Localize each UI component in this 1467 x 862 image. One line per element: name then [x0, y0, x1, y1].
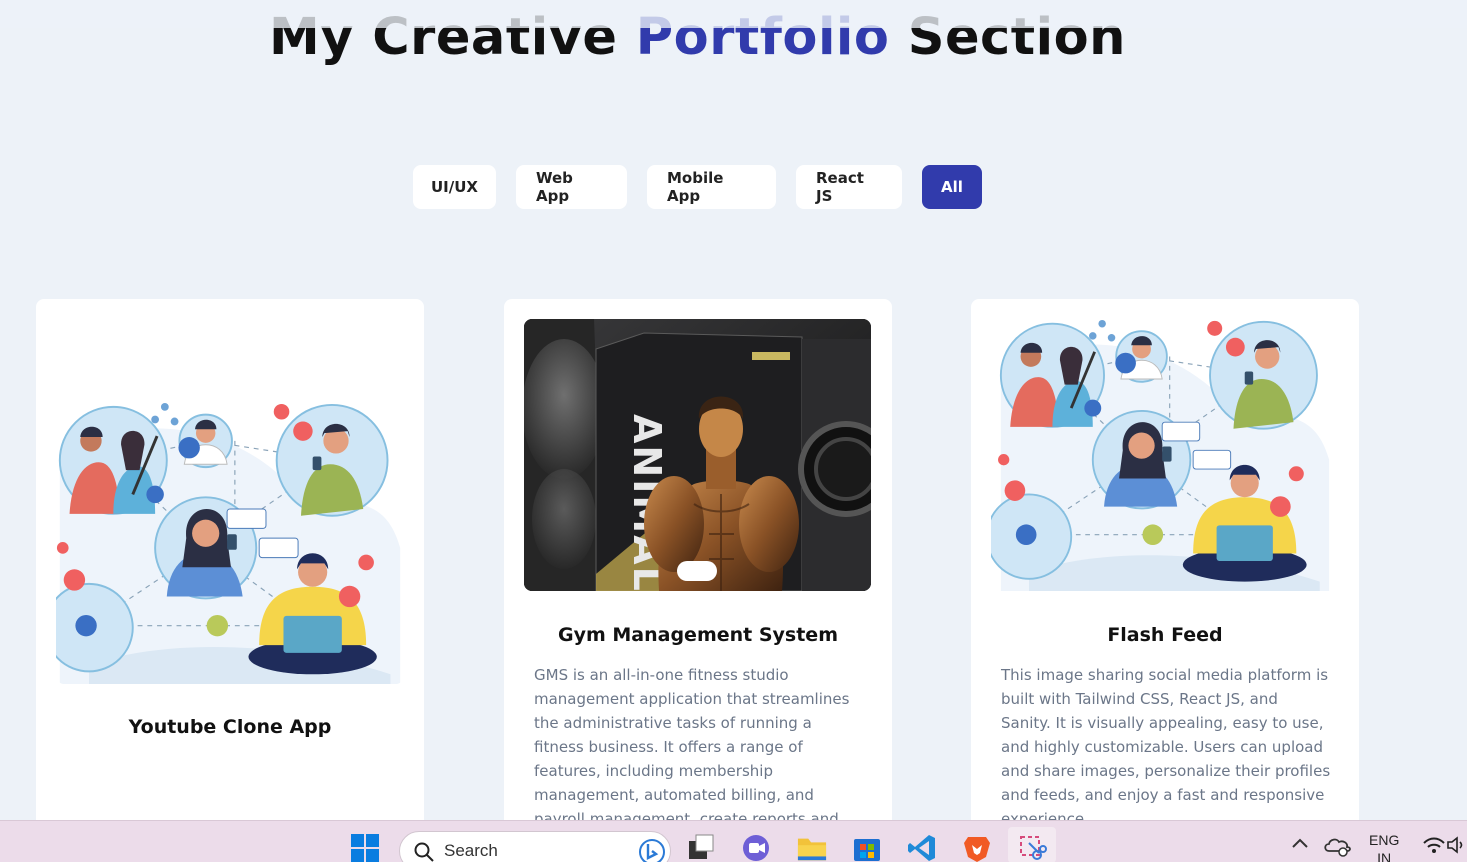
project-image-social-illustration[interactable]	[991, 319, 1339, 591]
bing-icon[interactable]	[638, 838, 666, 862]
vscode-icon[interactable]	[907, 833, 937, 862]
filter-bar: UI/UX Web App Mobile App React JS All	[413, 165, 982, 209]
project-title: Flash Feed	[1107, 624, 1223, 646]
windows-taskbar: Search ENG IN	[0, 820, 1467, 862]
task-view-icon[interactable]	[686, 833, 716, 862]
file-explorer-icon[interactable]	[797, 833, 827, 862]
teams-chat-icon[interactable]	[741, 833, 771, 862]
filter-uiux-button[interactable]: UI/UX	[413, 165, 496, 209]
project-description: This image sharing social media platform…	[1001, 666, 1331, 820]
project-image-gym-poster[interactable]: ANIMAL	[524, 319, 871, 591]
snipping-tool-icon[interactable]	[1008, 827, 1056, 862]
project-title: Youtube Clone App	[128, 716, 332, 738]
project-title: Gym Management System	[557, 624, 838, 646]
language-indicator[interactable]: ENG IN	[1369, 831, 1399, 862]
search-placeholder: Search	[444, 841, 498, 860]
project-card-flash-feed[interactable]: Flash Feed This image sharing social med…	[971, 299, 1359, 820]
taskbar-search-input[interactable]: Search	[399, 831, 671, 862]
microsoft-store-icon[interactable]	[852, 833, 882, 862]
portfolio-page: My Creative Portfolio Section UI/UX Web …	[0, 0, 1467, 820]
project-card-youtube-clone[interactable]: Youtube Clone App	[36, 299, 424, 820]
filter-web-app-button[interactable]: Web App	[516, 165, 627, 209]
project-image-social-illustration[interactable]	[56, 402, 404, 684]
region-code: IN	[1377, 850, 1392, 862]
project-description: GMS is an all-in-one fitness studio mana…	[534, 666, 850, 820]
filter-all-button[interactable]: All	[922, 165, 982, 209]
filter-react-js-button[interactable]: React JS	[796, 165, 902, 209]
brave-browser-icon[interactable]	[962, 833, 992, 862]
navbar-fade-overlay	[0, 0, 1467, 28]
project-card-gym-management[interactable]: ANIMAL Gym Management System GMS is an a…	[504, 299, 892, 820]
filter-mobile-app-button[interactable]: Mobile App	[647, 165, 776, 209]
volume-icon[interactable]	[1446, 835, 1466, 862]
language-code: ENG	[1369, 832, 1400, 848]
search-icon	[414, 842, 434, 862]
onedrive-icon[interactable]	[1322, 835, 1352, 862]
chevron-up-icon[interactable]	[1285, 835, 1315, 862]
windows-start-icon[interactable]	[350, 833, 380, 862]
wifi-icon[interactable]	[1419, 835, 1449, 862]
